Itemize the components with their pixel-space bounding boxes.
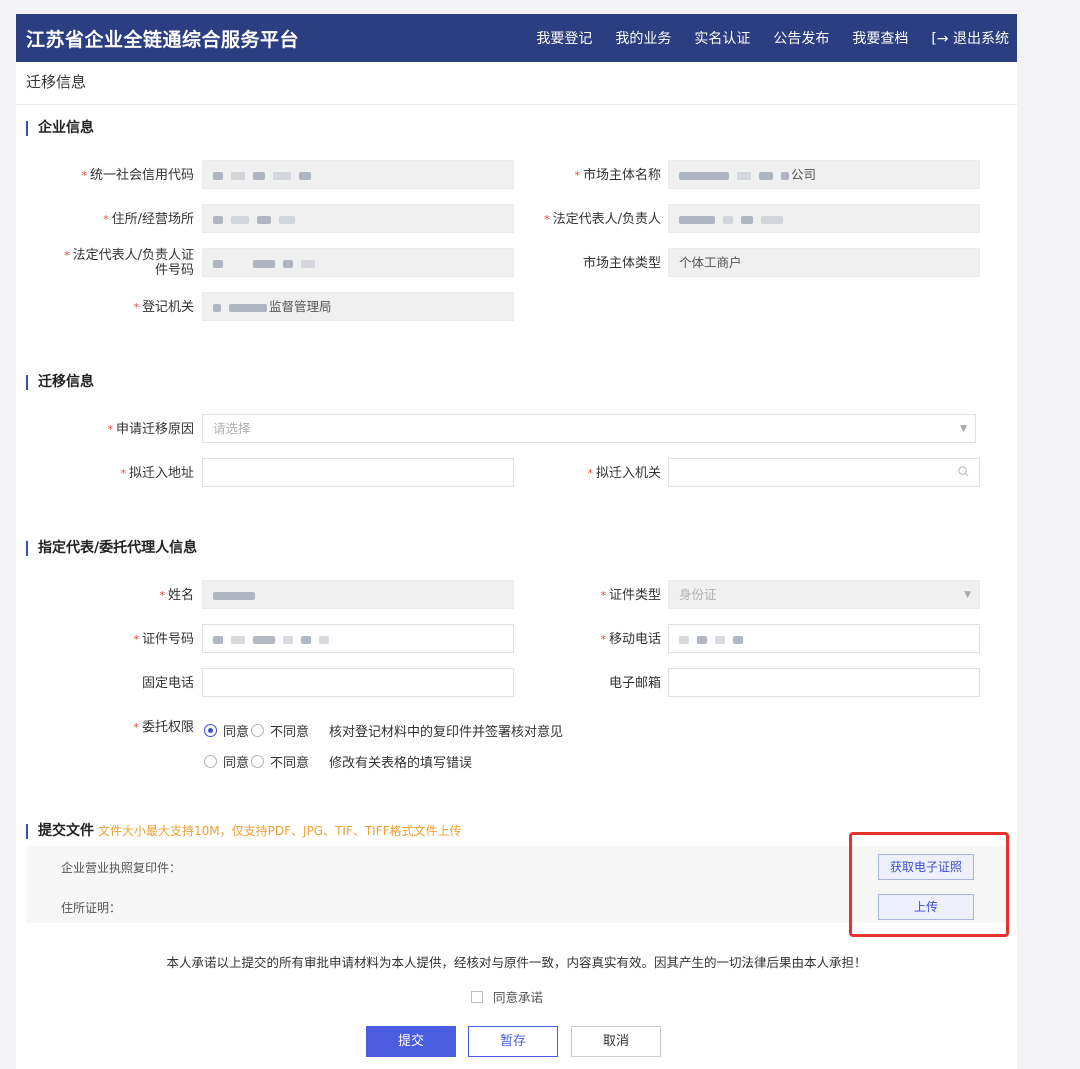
entity-type-value: 个体工商户 bbox=[679, 255, 742, 270]
entity-name-label: * 市场主体名称 bbox=[574, 168, 661, 183]
address-value bbox=[213, 205, 303, 232]
perm1-disagree-radio[interactable] bbox=[251, 724, 265, 737]
authority-field: 监督管理局 bbox=[202, 292, 514, 321]
perm2-description: 修改有关表格的填写错误 bbox=[329, 756, 473, 771]
page: 江苏省企业全链通综合服务平台 我要登记 我的业务 实名认证 公告发布 我要查档 … bbox=[16, 14, 1017, 1069]
section-enterprise-title: 企业信息 bbox=[26, 121, 94, 136]
new-authority-label: * 拟迁入机关 bbox=[587, 466, 661, 481]
permission-row-1: 同意 不同意 核对登记材料中的复印件并签署核对意见 bbox=[204, 721, 563, 740]
perm1-agree-radio[interactable] bbox=[204, 724, 217, 737]
legal-id-value bbox=[213, 249, 323, 276]
legal-rep-field bbox=[668, 204, 980, 233]
credit-code-field bbox=[202, 160, 514, 189]
submit-button[interactable]: 提交 bbox=[366, 1026, 456, 1057]
legal-id-field bbox=[202, 248, 514, 277]
entity-name-value: 公司 bbox=[679, 161, 816, 188]
id-no-input[interactable] bbox=[202, 624, 514, 653]
save-draft-button[interactable]: 暂存 bbox=[468, 1026, 558, 1057]
credit-code-value bbox=[213, 161, 319, 188]
email-input[interactable] bbox=[668, 668, 980, 697]
nav-register[interactable]: 我要登记 bbox=[536, 28, 592, 48]
mobile-value bbox=[679, 625, 751, 652]
perm2-disagree-label: 不同意 bbox=[270, 756, 310, 771]
authority-label: * 登记机关 bbox=[133, 300, 194, 315]
address-label: * 住所/经营场所 bbox=[103, 212, 194, 227]
entity-name-field: 公司 bbox=[668, 160, 980, 189]
perm1-disagree-label: 不同意 bbox=[270, 725, 310, 740]
reason-label: * 申请迁移原因 bbox=[107, 422, 194, 437]
reason-placeholder: 请选择 bbox=[213, 421, 251, 436]
perm2-agree-radio[interactable] bbox=[204, 755, 217, 768]
chevron-down-icon: ▼ bbox=[964, 590, 971, 600]
agent-name-label: * 姓名 bbox=[159, 588, 194, 603]
section-agent-title: 指定代表/委托代理人信息 bbox=[26, 541, 197, 556]
id-no-label: * 证件号码 bbox=[133, 632, 194, 647]
id-type-value: 身份证 bbox=[679, 587, 717, 602]
perm2-disagree-radio[interactable] bbox=[251, 755, 265, 768]
authority-value: 监督管理局 bbox=[213, 293, 332, 320]
highlight-box bbox=[849, 832, 1009, 937]
legal-rep-label: * 法定代表人/负责人 bbox=[544, 212, 661, 227]
pledge-text: 本人承诺以上提交的所有审批申请材料为本人提供，经核对与原件一致，内容真实有效。因… bbox=[166, 955, 867, 970]
legal-rep-value bbox=[679, 205, 791, 232]
section-files-title: 提交文件 文件大小最大支持10M，仅支持PDF、JPG、TIF、TIFF格式文件上… bbox=[26, 824, 462, 839]
nav-logout[interactable]: [→ 退出系统 bbox=[931, 28, 1009, 48]
section-migration-title: 迁移信息 bbox=[26, 375, 94, 390]
platform-brand: 江苏省企业全链通综合服务平台 bbox=[26, 28, 300, 51]
license-copy-label: 企业营业执照复印件： bbox=[61, 861, 182, 875]
nav-real-name[interactable]: 实名认证 bbox=[694, 28, 750, 48]
phone-input[interactable] bbox=[202, 668, 514, 697]
top-header: 江苏省企业全链通综合服务平台 我要登记 我的业务 实名认证 公告发布 我要查档 … bbox=[16, 14, 1017, 62]
entity-type-label: 市场主体类型 bbox=[582, 256, 661, 271]
id-type-label: * 证件类型 bbox=[600, 588, 661, 603]
credit-code-label: * 统一社会信用代码 bbox=[81, 168, 194, 183]
residence-proof-label: 住所证明： bbox=[61, 901, 122, 915]
mobile-input[interactable] bbox=[668, 624, 980, 653]
nav-archive[interactable]: 我要查档 bbox=[852, 28, 908, 48]
legal-id-label: * 法定代表人/负责人证 件号码 bbox=[64, 248, 194, 278]
entity-type-field: 个体工商户 bbox=[668, 248, 980, 277]
new-authority-input[interactable] bbox=[668, 458, 980, 487]
id-no-value bbox=[213, 625, 337, 652]
cancel-button[interactable]: 取消 bbox=[571, 1026, 661, 1057]
permission-row-2: 同意 不同意 修改有关表格的填写错误 bbox=[204, 752, 472, 771]
nav-my-business[interactable]: 我的业务 bbox=[615, 28, 671, 48]
new-address-input[interactable] bbox=[202, 458, 514, 487]
email-label: 电子邮箱 bbox=[608, 676, 661, 691]
new-address-label: * 拟迁入地址 bbox=[120, 466, 194, 481]
chevron-down-icon: ▼ bbox=[960, 424, 967, 434]
file-size-hint: 文件大小最大支持10M，仅支持PDF、JPG、TIF、TIFF格式文件上传 bbox=[98, 824, 462, 838]
agent-name-field bbox=[202, 580, 514, 609]
nav-announcement[interactable]: 公告发布 bbox=[773, 28, 829, 48]
id-type-select: 身份证 ▼ bbox=[668, 580, 980, 609]
perm1-agree-label: 同意 bbox=[223, 725, 250, 740]
top-nav: 我要登记 我的业务 实名认证 公告发布 我要查档 [→ 退出系统 bbox=[513, 28, 1017, 48]
entrust-authority-label: * 委托权限 bbox=[133, 720, 194, 735]
page-title: 迁移信息 bbox=[16, 62, 1017, 105]
mobile-label: * 移动电话 bbox=[600, 632, 661, 647]
phone-label: 固定电话 bbox=[141, 676, 194, 691]
agree-pledge-label: 同意承诺 bbox=[493, 990, 544, 1005]
perm2-agree-label: 同意 bbox=[223, 756, 250, 771]
agree-pledge-row: 同意承诺 bbox=[471, 987, 543, 1006]
address-field bbox=[202, 204, 514, 233]
agree-pledge-checkbox[interactable] bbox=[471, 990, 483, 1003]
search-icon[interactable] bbox=[958, 466, 969, 477]
perm1-description: 核对登记材料中的复印件并签署核对意见 bbox=[329, 725, 564, 740]
agent-name-value bbox=[213, 581, 263, 608]
reason-select[interactable]: 请选择 ▼ bbox=[202, 414, 976, 443]
